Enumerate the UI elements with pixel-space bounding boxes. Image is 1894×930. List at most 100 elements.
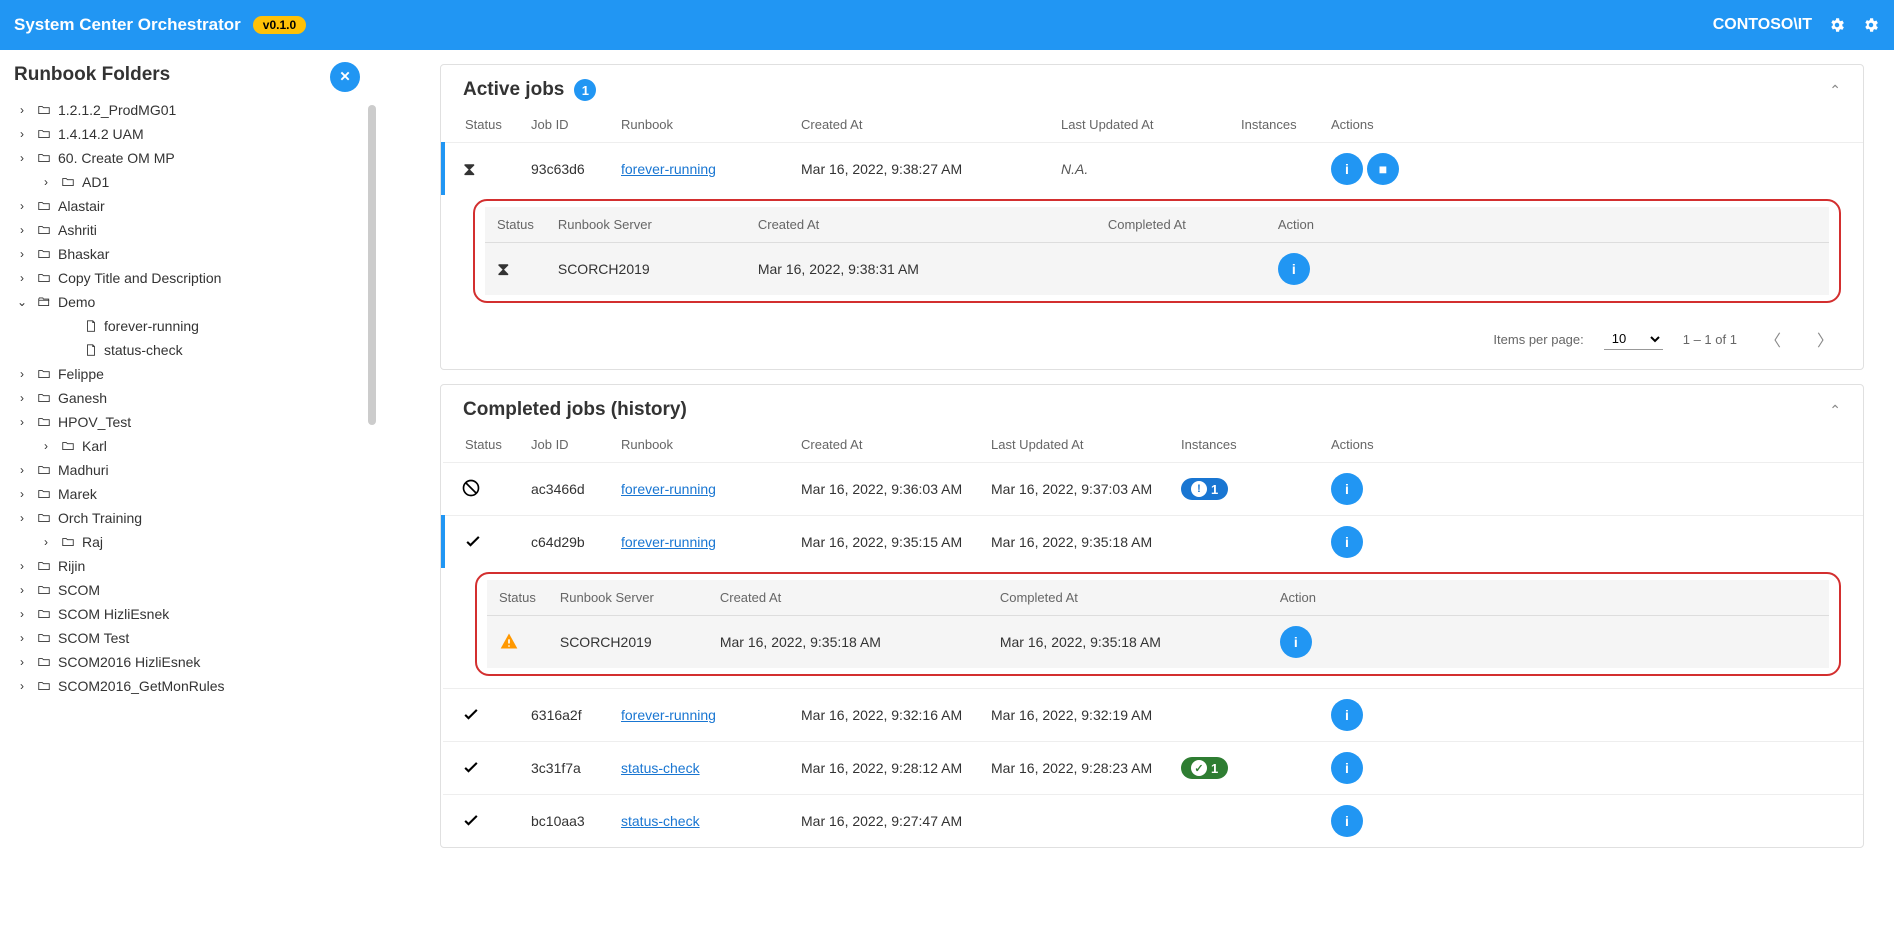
next-page-button[interactable]: 〉 [1809,323,1841,355]
tree-item[interactable]: forever-running [14,314,372,338]
job-row[interactable]: ac3466dforever-runningMar 16, 2022, 9:36… [443,463,1863,516]
chevron-icon: › [14,367,30,381]
tree-item[interactable]: ›1.4.14.2 UAM [14,122,372,146]
runbook-link[interactable]: status-check [621,760,700,776]
runbook-link[interactable]: forever-running [621,707,716,723]
col-runbook: Runbook [613,107,793,143]
ccol-runbook: Runbook [613,427,793,463]
tree-item[interactable]: status-check [14,338,372,362]
tree-item[interactable]: ›AD1 [14,170,372,194]
chevron-icon: › [14,631,30,645]
prev-page-button[interactable]: 〈 [1757,323,1789,355]
tree-item[interactable]: ›Madhuri [14,458,372,482]
instance-badge[interactable]: ✓1 [1181,757,1228,779]
tree-item[interactable]: ›Orch Training [14,506,372,530]
tree-item-label: SCOM Test [58,630,129,646]
tree-item[interactable]: ›HPOV_Test [14,410,372,434]
tree-item[interactable]: › SCOM [14,578,372,602]
tree-item-label: Raj [82,534,103,550]
ncol-created: Created At [708,580,988,616]
col-actions: Actions [1323,107,1863,143]
job-row[interactable]: 3c31f7astatus-checkMar 16, 2022, 9:28:12… [443,742,1863,795]
info-button[interactable]: i [1331,699,1363,731]
tree-item-label: 1.2.1.2_ProdMG01 [58,102,176,118]
tree-item[interactable]: ›60. Create OM MP [14,146,372,170]
folder-icon [36,679,52,693]
ncol-completed: Completed At [1096,207,1266,243]
tree-item[interactable]: ›Copy Title and Description [14,266,372,290]
tree-item-label: SCOM2016_GetMonRules [58,678,225,694]
stop-button[interactable]: ■ [1367,153,1399,185]
tree-item[interactable]: ⌄Demo [14,290,372,314]
sidebar-collapse-button[interactable]: ✕ [330,62,360,92]
chevron-icon: › [14,559,30,573]
created-at: Mar 16, 2022, 9:38:31 AM [746,243,1096,296]
job-row[interactable]: 6316a2fforever-runningMar 16, 2022, 9:32… [443,689,1863,742]
tree-item-label: SCOM [58,582,100,598]
folder-icon [36,415,52,429]
tree-item[interactable]: › SCOM Test [14,626,372,650]
created-at: Mar 16, 2022, 9:35:15 AM [793,516,983,569]
tree-item[interactable]: › 1.2.1.2_ProdMG01 [14,98,372,122]
runbook-link[interactable]: forever-running [621,481,716,497]
folder-icon [36,223,52,237]
active-jobs-title: Active jobs [463,79,564,101]
info-button[interactable]: i [1280,626,1312,658]
info-button[interactable]: i [1331,805,1363,837]
ncol-server: Runbook Server [548,580,708,616]
instance-badge[interactable]: !1 [1181,478,1228,500]
info-button[interactable]: i [1331,526,1363,558]
last-updated: Mar 16, 2022, 9:35:18 AM [983,516,1173,569]
active-jobs-panel: Active jobs 1 ⌃ Status Job ID Runbook Cr… [440,64,1864,370]
job-row[interactable]: bc10aa3status-checkMar 16, 2022, 9:27:47… [443,795,1863,848]
chevron-up-icon[interactable]: ⌃ [1829,402,1841,419]
completed-jobs-title: Completed jobs (history) [463,399,687,421]
nested-row[interactable]: SCORCH2019Mar 16, 2022, 9:35:18 AMMar 16… [487,616,1829,669]
chevron-icon: › [14,583,30,597]
folder-icon [36,487,52,501]
info-button[interactable]: i [1331,752,1363,784]
tree-item-label: Orch Training [58,510,142,526]
items-per-page-select[interactable]: 10 [1604,328,1663,350]
settings-alt-icon[interactable] [1828,16,1846,34]
tree-item[interactable]: ›Bhaskar [14,242,372,266]
gear-icon[interactable] [1862,16,1880,34]
tree-item[interactable]: ›Alastair [14,194,372,218]
runbook-link[interactable]: status-check [621,813,700,829]
tree-item[interactable]: ›SCOM HizliEsnek [14,602,372,626]
info-button[interactable]: i [1331,153,1363,185]
active-jobs-count-badge: 1 [574,79,596,101]
tree-item[interactable]: ›Ganesh [14,386,372,410]
folder-icon [36,631,52,645]
last-updated: Mar 16, 2022, 9:37:03 AM [983,463,1173,516]
info-button[interactable]: i [1331,473,1363,505]
folder-icon [36,367,52,381]
runbook-link[interactable]: forever-running [621,161,716,177]
tree-item[interactable]: ›Raj [14,530,372,554]
chevron-up-icon[interactable]: ⌃ [1829,82,1841,99]
tree-item[interactable]: ›Felippe [14,362,372,386]
tree-item[interactable]: ›SCOM2016_GetMonRules [14,674,372,698]
folder-icon [36,583,52,597]
job-row[interactable]: ⧗93c63d6forever-runningMar 16, 2022, 9:3… [443,143,1863,196]
chevron-icon: › [14,103,30,117]
tree-item[interactable]: ›Rijin [14,554,372,578]
tree-item[interactable]: ›SCOM2016 HizliEsnek [14,650,372,674]
created-at: Mar 16, 2022, 9:35:18 AM [708,616,988,669]
nested-row[interactable]: ⧗SCORCH2019Mar 16, 2022, 9:38:31 AMi [485,243,1829,296]
job-id: 6316a2f [523,689,613,742]
items-per-page-label: Items per page: [1493,332,1583,347]
col-jobid: Job ID [523,107,613,143]
ccol-status: Status [443,427,523,463]
job-row[interactable]: c64d29bforever-runningMar 16, 2022, 9:35… [443,516,1863,569]
tree-item[interactable]: ›Ashriti [14,218,372,242]
tree-item[interactable]: ›Marek [14,482,372,506]
tree-item[interactable]: ›Karl [14,434,372,458]
chevron-icon: › [14,127,30,141]
runbook-link[interactable]: forever-running [621,534,716,550]
active-nested-panel: Status Runbook Server Created At Complet… [473,199,1841,303]
ccol-created: Created At [793,427,983,463]
folder-icon [36,511,52,525]
scrollbar[interactable] [368,105,376,425]
info-button[interactable]: i [1278,253,1310,285]
